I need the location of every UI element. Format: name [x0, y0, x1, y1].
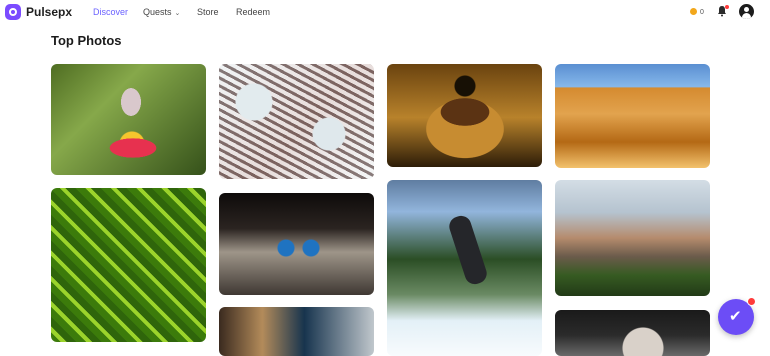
photo-card[interactable]	[387, 180, 542, 356]
coin-count: 0	[700, 9, 704, 16]
nav-quests[interactable]: Quests ⌄	[143, 7, 180, 17]
nav-discover[interactable]: Discover	[93, 7, 128, 17]
photo-card[interactable]	[555, 180, 710, 296]
nav-redeem[interactable]: Redeem	[236, 7, 270, 17]
page-title: Top Photos	[51, 33, 122, 48]
photo-card[interactable]	[219, 193, 374, 295]
nav-store[interactable]: Store	[197, 7, 219, 17]
photo-card[interactable]	[51, 188, 206, 342]
photo-card[interactable]	[219, 64, 374, 179]
top-nav: Pulsepx Discover Quests ⌄ Store Redeem 0	[0, 0, 770, 25]
avatar[interactable]	[739, 4, 754, 19]
photo-card[interactable]	[555, 64, 710, 168]
brand-name[interactable]: Pulsepx	[26, 5, 72, 19]
photo-card[interactable]	[219, 307, 374, 356]
fab-notification-badge	[747, 297, 756, 306]
photo-card[interactable]	[51, 64, 206, 175]
photo-card[interactable]	[555, 310, 710, 356]
nav-discover-label: Discover	[93, 7, 129, 17]
photo-card[interactable]	[387, 64, 542, 167]
nav-redeem-label: Redeem	[236, 7, 271, 17]
chevron-down-icon: ⌄	[174, 10, 181, 17]
logo-icon[interactable]	[5, 4, 21, 20]
notification-dot	[725, 5, 729, 9]
coin-icon	[690, 8, 697, 15]
nav-quests-label: Quests	[143, 7, 172, 17]
nav-store-label: Store	[197, 7, 219, 17]
